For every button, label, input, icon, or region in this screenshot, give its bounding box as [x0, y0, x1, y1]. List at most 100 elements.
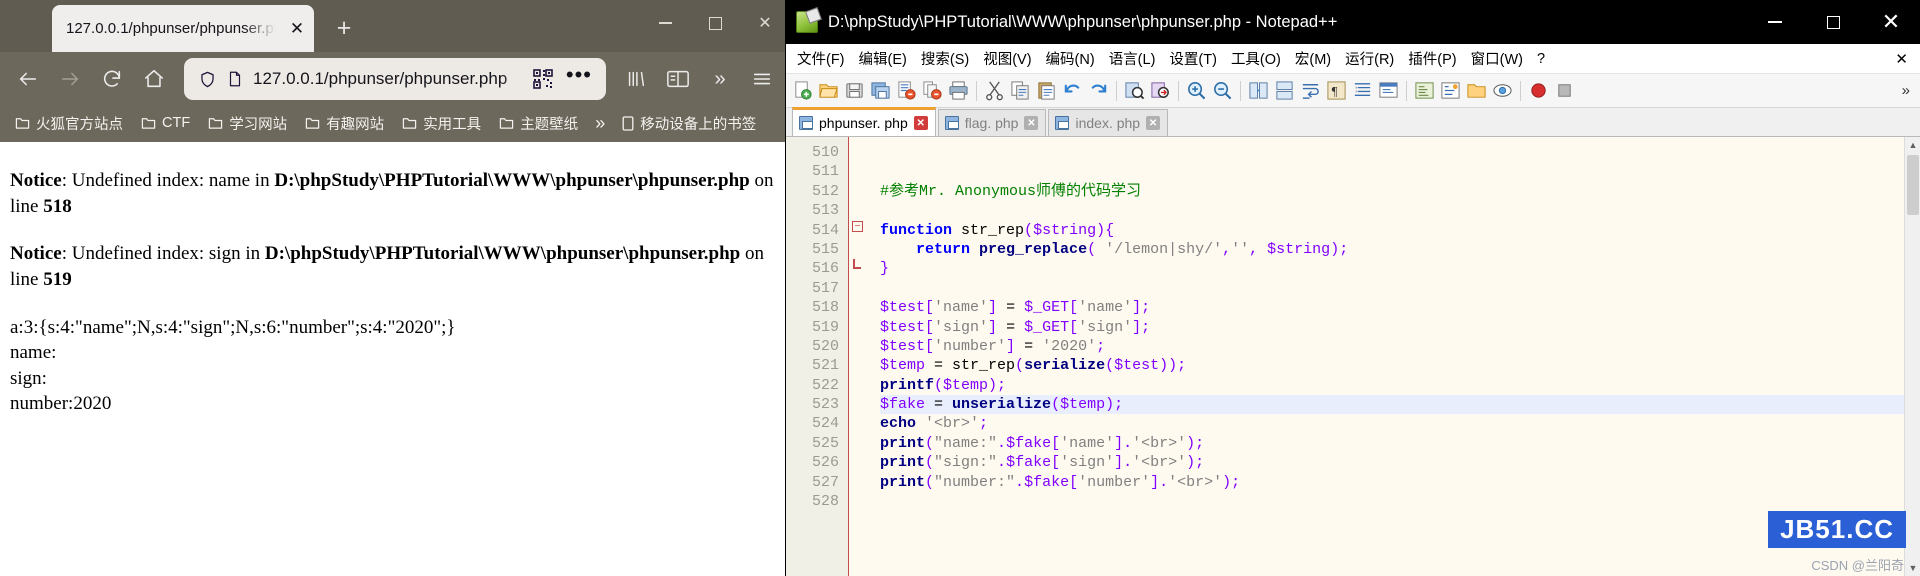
- cut-icon[interactable]: [982, 78, 1007, 103]
- minimize-icon[interactable]: [640, 0, 690, 46]
- stop-macro-icon[interactable]: [1552, 78, 1577, 103]
- menu-language[interactable]: 语言(L): [1102, 45, 1163, 72]
- url-text[interactable]: 127.0.0.1/phpunser/phpunser.php: [253, 69, 524, 89]
- code-line[interactable]: $test['number'] = '2020';: [880, 337, 1920, 356]
- save-icon[interactable]: [842, 78, 867, 103]
- close-file-icon[interactable]: [894, 78, 919, 103]
- word-wrap-icon[interactable]: [1298, 78, 1323, 103]
- toolbar-overflow-icon[interactable]: »: [700, 59, 740, 99]
- bookmark-item-mobile[interactable]: 移动设备上的书签: [615, 110, 763, 137]
- reload-icon[interactable]: [92, 59, 132, 99]
- hamburger-menu-icon[interactable]: [742, 59, 782, 99]
- open-file-icon[interactable]: [816, 78, 841, 103]
- code-line[interactable]: print("sign:".$fake['sign'].'<br>');: [880, 453, 1920, 472]
- minimize-icon[interactable]: [1746, 0, 1804, 44]
- urlbar-more-icon[interactable]: •••: [562, 62, 596, 96]
- undo-icon[interactable]: [1060, 78, 1085, 103]
- bookmark-item[interactable]: 火狐官方站点: [8, 110, 130, 137]
- print-icon[interactable]: [946, 78, 971, 103]
- bookmarks-overflow-icon[interactable]: »: [589, 113, 611, 134]
- back-arrow-icon[interactable]: [8, 59, 48, 99]
- save-all-icon[interactable]: [868, 78, 893, 103]
- bookmark-item[interactable]: CTF: [134, 112, 197, 134]
- find-icon[interactable]: [1122, 78, 1147, 103]
- menu-view[interactable]: 视图(V): [976, 45, 1038, 72]
- close-document-icon[interactable]: ✕: [1895, 50, 1920, 68]
- code-line[interactable]: [880, 201, 1920, 220]
- code-line[interactable]: $test['sign'] = $_GET['sign'];: [880, 318, 1920, 337]
- code-text-area[interactable]: #参考Mr. Anonymous师傅的代码学习 function str_rep…: [870, 137, 1920, 576]
- browser-tab[interactable]: 127.0.0.1/phpunser/phpunser.php ✕: [52, 5, 314, 52]
- code-line[interactable]: [880, 279, 1920, 298]
- menu-file[interactable]: 文件(F): [790, 45, 852, 72]
- show-all-chars-icon[interactable]: ¶: [1324, 78, 1349, 103]
- bookmark-item[interactable]: 学习网站: [201, 110, 294, 137]
- code-line[interactable]: }: [880, 259, 1920, 278]
- menu-tools[interactable]: 工具(O): [1224, 45, 1288, 72]
- code-line[interactable]: function str_rep($string){: [880, 221, 1920, 240]
- url-bar[interactable]: 127.0.0.1/phpunser/phpunser.php •••: [184, 58, 606, 100]
- code-line[interactable]: $test['name'] = $_GET['name'];: [880, 298, 1920, 317]
- new-tab-button[interactable]: +: [326, 10, 362, 46]
- code-editor[interactable]: 510 511 512 513 514 515 516 517 518 519 520 521 522 5…: [786, 137, 1920, 576]
- forward-arrow-icon[interactable]: [50, 59, 90, 99]
- scroll-down-arrow-icon[interactable]: ▼: [1905, 560, 1920, 576]
- doc-map-icon[interactable]: [1412, 78, 1437, 103]
- zoom-out-icon[interactable]: [1210, 78, 1235, 103]
- copy-icon[interactable]: [1008, 78, 1033, 103]
- code-line[interactable]: echo '<br>';: [880, 414, 1920, 433]
- code-line[interactable]: printf($temp);: [880, 376, 1920, 395]
- menu-window[interactable]: 窗口(W): [1464, 45, 1530, 72]
- code-line[interactable]: $temp = str_rep(serialize($test));: [880, 356, 1920, 375]
- sync-horizontal-icon[interactable]: [1272, 78, 1297, 103]
- editor-tab-flag[interactable]: flag. php ✕: [937, 109, 1047, 136]
- redo-icon[interactable]: [1086, 78, 1111, 103]
- code-line[interactable]: [880, 492, 1920, 511]
- menu-search[interactable]: 搜索(S): [914, 45, 976, 72]
- maximize-icon[interactable]: [1804, 0, 1862, 44]
- function-list-icon[interactable]: [1438, 78, 1463, 103]
- scrollbar-thumb[interactable]: [1907, 155, 1919, 215]
- zoom-in-icon[interactable]: [1184, 78, 1209, 103]
- home-icon[interactable]: [134, 59, 174, 99]
- menu-run[interactable]: 运行(R): [1338, 45, 1401, 72]
- code-line[interactable]: #参考Mr. Anonymous师傅的代码学习: [880, 182, 1920, 201]
- menu-settings[interactable]: 设置(T): [1162, 45, 1224, 72]
- editor-vertical-scrollbar[interactable]: ▲ ▼: [1904, 137, 1920, 576]
- code-line[interactable]: return preg_replace( '/lemon|shy/','', $…: [880, 240, 1920, 259]
- fold-end-marker[interactable]: [849, 259, 870, 278]
- code-folding-column[interactable]: −: [848, 137, 870, 576]
- maximize-icon[interactable]: [690, 0, 740, 46]
- menu-edit[interactable]: 编辑(E): [852, 45, 914, 72]
- toolbar-overflow-icon[interactable]: »: [1902, 82, 1916, 99]
- code-line[interactable]: print("name:".$fake['name'].'<br>');: [880, 434, 1920, 453]
- page-icon[interactable]: [226, 70, 244, 88]
- shield-icon[interactable]: [198, 70, 217, 89]
- record-macro-icon[interactable]: [1526, 78, 1551, 103]
- code-line[interactable]: $fake = unserialize($temp);: [880, 395, 1920, 415]
- menu-macro[interactable]: 宏(M): [1288, 45, 1338, 72]
- close-all-icon[interactable]: [920, 78, 945, 103]
- code-line[interactable]: [880, 143, 1920, 162]
- new-file-icon[interactable]: [790, 78, 815, 103]
- close-window-icon[interactable]: ✕: [740, 0, 790, 46]
- close-tab-icon[interactable]: ✕: [1146, 116, 1161, 130]
- bookmark-item[interactable]: 有趣网站: [298, 110, 391, 137]
- paste-icon[interactable]: [1034, 78, 1059, 103]
- fold-spacer[interactable]: [849, 240, 870, 259]
- folder-workspace-icon[interactable]: [1464, 78, 1489, 103]
- close-tab-icon[interactable]: ✕: [1024, 116, 1039, 130]
- close-window-icon[interactable]: ✕: [1862, 0, 1920, 44]
- indent-guide-icon[interactable]: [1350, 78, 1375, 103]
- user-define-dialog-icon[interactable]: [1376, 78, 1401, 103]
- code-line[interactable]: print("number:".$fake['number'].'<br>');: [880, 473, 1920, 492]
- close-tab-icon[interactable]: ✕: [913, 116, 928, 130]
- editor-tab-index[interactable]: index. php ✕: [1048, 109, 1169, 136]
- sync-vertical-icon[interactable]: [1246, 78, 1271, 103]
- scroll-up-arrow-icon[interactable]: ▲: [1905, 137, 1920, 153]
- close-tab-icon[interactable]: ✕: [286, 18, 308, 40]
- qr-code-icon[interactable]: [533, 69, 553, 89]
- menu-encoding[interactable]: 编码(N): [1039, 45, 1102, 72]
- code-line[interactable]: [880, 162, 1920, 181]
- monitor-icon[interactable]: [1490, 78, 1515, 103]
